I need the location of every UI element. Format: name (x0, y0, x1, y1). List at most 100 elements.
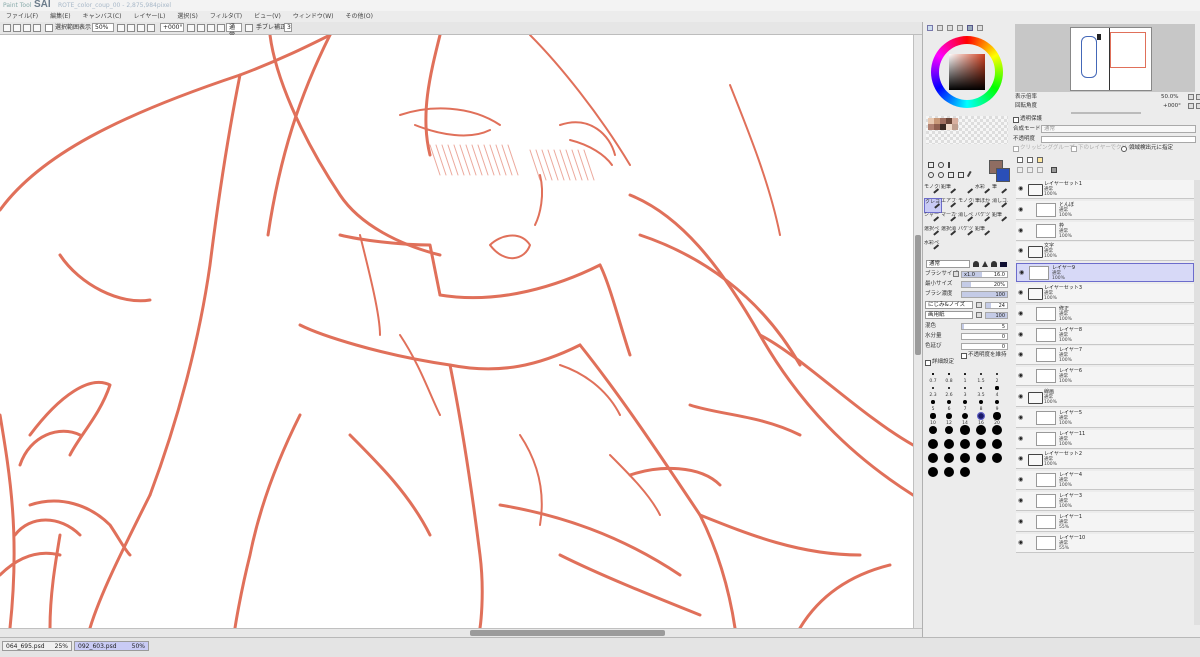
brush-tool-row5-0[interactable]: 水彩ペン (924, 240, 940, 253)
saturation-value-square[interactable] (949, 54, 985, 90)
brush-size-dot[interactable] (946, 413, 952, 419)
brush-tool-row1-0[interactable]: モノクロ鉛 (924, 184, 940, 197)
crop-button[interactable] (13, 24, 21, 32)
brush-size-dot[interactable] (960, 453, 970, 463)
brush-tool-row2-3[interactable]: 筆ぼかし (975, 198, 991, 211)
layer-row[interactable]: ◉ 線画 通常 100% (1016, 388, 1194, 407)
new-linework-icon[interactable] (1027, 157, 1033, 163)
brush-tool-row2-2[interactable]: モノクロエ (958, 198, 974, 211)
brush-size-dot[interactable] (944, 467, 954, 477)
layer-row[interactable]: ◉ レイヤー3 通常 100% (1016, 492, 1194, 511)
brush-tool-row1-3[interactable]: 水彩 (975, 184, 991, 197)
scratch-icon[interactable] (977, 25, 983, 31)
zoom-fit-icon[interactable] (147, 24, 155, 32)
visibility-eye-icon[interactable]: ◉ (1018, 351, 1025, 358)
visibility-eye-icon[interactable]: ◉ (1018, 289, 1025, 296)
visibility-eye-icon[interactable]: ◉ (1018, 435, 1025, 442)
texture-select[interactable]: にじみ&ノイズ (925, 301, 973, 309)
visibility-eye-icon[interactable]: ◉ (1018, 393, 1025, 400)
brush-size-dot[interactable] (944, 425, 954, 435)
file-tab-1[interactable]: 064_695.psd 25% (2, 641, 72, 651)
min-size-slider[interactable]: 20% (961, 281, 1008, 288)
brush-size-dot[interactable] (928, 453, 938, 463)
color-wheel-icon[interactable] (927, 25, 933, 31)
layer-row[interactable]: ◉ レイヤー1 通常 55% (1016, 512, 1194, 532)
swatch-icon[interactable] (967, 25, 973, 31)
brush-size-dot[interactable] (928, 467, 938, 477)
paper-select[interactable]: 画用紙 (925, 311, 973, 319)
brush-tool-row1-4[interactable]: 筆 (992, 184, 1008, 197)
menu-item-8[interactable]: その他(O) (340, 11, 379, 22)
brush-size-dot[interactable] (928, 439, 938, 449)
brush-size-dot[interactable] (992, 425, 1002, 435)
angle-select[interactable]: +000° (160, 23, 184, 32)
marquee-icon[interactable] (928, 162, 934, 168)
brush-tool-row3-0[interactable]: シャープ (924, 212, 940, 225)
brush-size-dot[interactable] (992, 453, 1002, 463)
paper-menu-icon[interactable] (976, 312, 982, 318)
drawing-canvas[interactable] (0, 35, 913, 628)
new-layer-icon[interactable] (1017, 157, 1023, 163)
brush-size-dot[interactable] (960, 425, 970, 435)
visibility-eye-icon[interactable]: ◉ (1018, 455, 1025, 462)
visibility-eye-icon[interactable]: ◉ (1018, 539, 1025, 546)
stabilizer-toggle[interactable] (245, 24, 253, 32)
rotate-reset-icon[interactable] (207, 24, 215, 32)
visibility-eye-icon[interactable]: ◉ (1018, 414, 1025, 421)
layer-scrollbar[interactable] (1194, 180, 1200, 625)
mix-slider[interactable]: 5 (961, 323, 1008, 330)
menu-item-6[interactable]: ビュー(V) (248, 11, 287, 22)
brush-tool-row4-0[interactable]: 選択ペン (924, 226, 940, 239)
brush-size-dot[interactable] (993, 412, 1001, 420)
brush-tool-row2-4[interactable]: 消しゴム (992, 198, 1008, 211)
visibility-eye-icon[interactable]: ◉ (1019, 269, 1026, 276)
zoom-in-icon[interactable] (127, 24, 135, 32)
brush-size-dot[interactable] (960, 439, 970, 449)
magic-wand-icon[interactable] (948, 162, 954, 168)
visibility-eye-icon[interactable]: ◉ (1018, 206, 1025, 213)
layer-row[interactable]: ◉ レイヤー11 通常 100% (1016, 429, 1194, 449)
brush-size-dot[interactable] (931, 400, 935, 404)
brush-size-dot[interactable] (963, 386, 967, 390)
brush-size-dot[interactable] (931, 386, 935, 390)
zoom-reset-icon[interactable] (137, 24, 145, 32)
visibility-eye-icon[interactable]: ◉ (1018, 185, 1025, 192)
layer-row[interactable]: ◉ レイヤーセット2 通常 100% (1016, 450, 1194, 470)
menu-item-3[interactable]: レイヤー(L) (128, 11, 172, 22)
brush-size-dot[interactable] (962, 399, 968, 405)
transfer-down-icon[interactable] (1017, 167, 1023, 173)
rotate-minus-icon[interactable] (1196, 103, 1200, 109)
layer-row[interactable]: ◉ レイヤー9 通常 100% (1016, 263, 1194, 283)
layer-row[interactable]: ◉ とんぼ 通常 100% (1016, 200, 1194, 220)
brush-size-dot[interactable] (960, 467, 970, 477)
layer-row[interactable]: ◉ レイヤーセット3 通常 100% (1016, 284, 1194, 303)
brush-tool-row2-0[interactable]: クレヨン (924, 198, 942, 213)
brush-size-dot[interactable] (930, 413, 936, 419)
layer-row[interactable]: ◉ レイヤー6 通常 100% (1016, 367, 1194, 387)
visibility-eye-icon[interactable]: ◉ (1018, 331, 1025, 338)
fit-button[interactable] (33, 24, 41, 32)
brush-size-slider[interactable]: x1.0 16.0 (961, 271, 1008, 278)
stabilizer-select[interactable]: 3 (284, 23, 292, 32)
mixer-icon[interactable] (957, 25, 963, 31)
menu-item-1[interactable]: 編集(E) (44, 11, 76, 22)
color-swatch[interactable] (952, 124, 958, 130)
navigator-preview[interactable] (1015, 24, 1195, 92)
brush-size-dot[interactable] (948, 373, 950, 375)
zoom-select[interactable]: 50% (92, 23, 114, 32)
visibility-eye-icon[interactable]: ◉ (1018, 310, 1025, 317)
paper-slider[interactable]: 100 (985, 312, 1008, 319)
zoom-icon[interactable] (928, 172, 934, 178)
brush-size-dot[interactable] (979, 386, 983, 390)
brush-size-dot[interactable] (995, 372, 999, 376)
rotate-plus-icon[interactable] (1188, 103, 1194, 109)
brush-tool-row3-3[interactable]: バケツ (975, 212, 991, 225)
new-folder-icon[interactable] (1037, 157, 1043, 163)
brush-size-dot[interactable] (976, 425, 986, 435)
layer-row[interactable]: ◉ 文字 通常 100% (1016, 242, 1194, 262)
clear-layer-icon[interactable] (1037, 167, 1043, 173)
clip-group-checkbox[interactable] (1013, 146, 1019, 152)
brush-density-slider[interactable]: 100 (961, 291, 1008, 298)
brush-size-dot[interactable] (947, 386, 951, 390)
rgb-slider-icon[interactable] (937, 25, 943, 31)
